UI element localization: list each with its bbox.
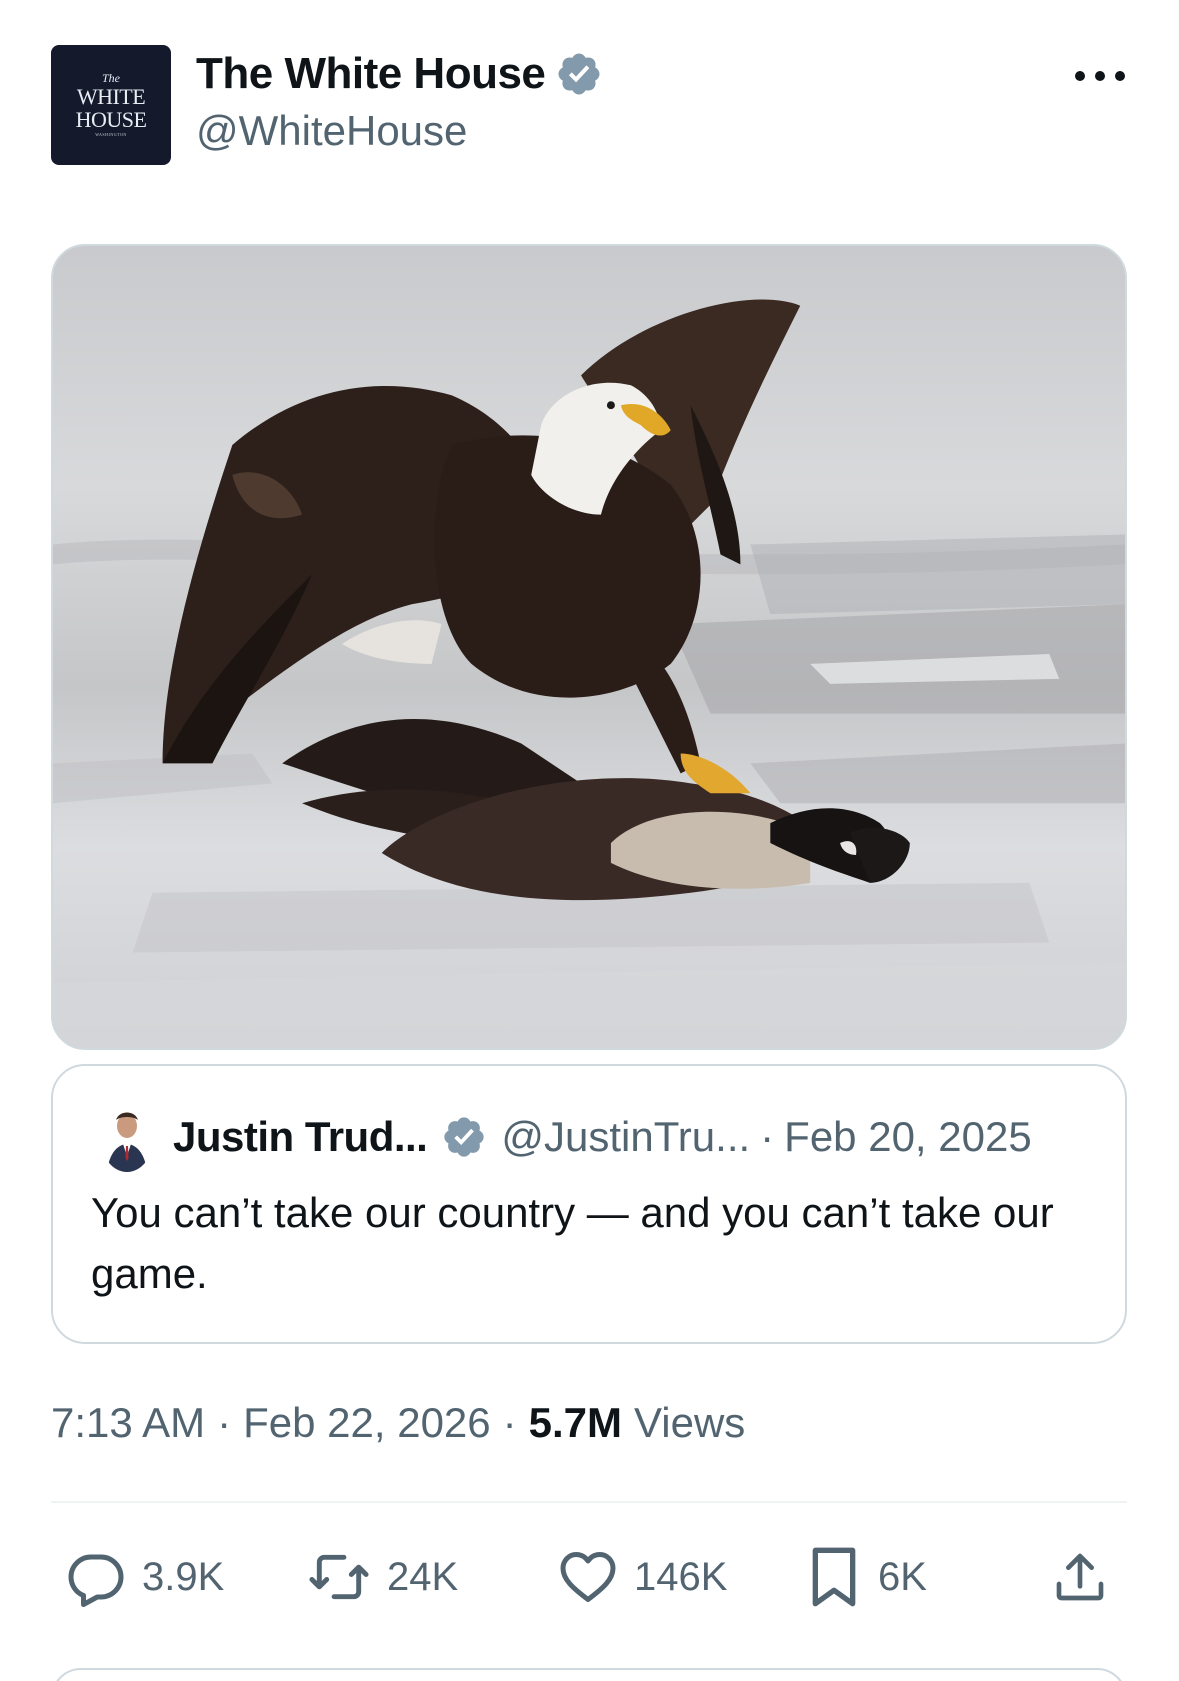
reply-button[interactable]: 3.9K	[66, 1545, 224, 1609]
views-label[interactable]: Views	[634, 1399, 745, 1447]
bookmark-icon	[812, 1547, 856, 1607]
author-name[interactable]: The White House	[196, 49, 546, 99]
divider	[51, 1501, 1127, 1503]
separator: ·	[760, 1113, 775, 1160]
next-card-edge	[51, 1668, 1127, 1681]
separator: ·	[217, 1399, 232, 1446]
author-display-name[interactable]: The White House	[196, 44, 603, 104]
verified-badge-icon	[558, 53, 600, 95]
reply-count: 3.9K	[142, 1554, 225, 1599]
quoted-post-text: You can’t take our country — and you can…	[91, 1189, 1054, 1297]
heart-icon	[560, 1552, 616, 1602]
author-avatar[interactable]: The WHITE HOUSE WASHINGTON	[51, 45, 171, 165]
dot	[1075, 71, 1085, 81]
avatar-text-line: WHITE	[76, 84, 146, 109]
like-button[interactable]: 146K	[558, 1545, 727, 1609]
avatar-text-line: WASHINGTON	[95, 132, 127, 137]
quoted-author-handle[interactable]: @JustinTru...	[501, 1113, 750, 1161]
share-button[interactable]	[1052, 1545, 1108, 1609]
quoted-post-header: Justin Trud... @JustinTru... · Feb 20, 2…	[173, 1113, 1032, 1161]
quoted-author-name[interactable]: Justin Trud...	[173, 1113, 428, 1161]
quoted-post[interactable]: Justin Trud... @JustinTru... · Feb 20, 2…	[51, 1064, 1127, 1344]
views-count[interactable]: 5.7M	[529, 1399, 622, 1447]
quoted-author-avatar[interactable]	[101, 1106, 153, 1172]
like-count: 146K	[634, 1554, 728, 1599]
share-icon	[1056, 1553, 1104, 1601]
action-bar: 3.9K 24K 146K 6K	[0, 1545, 1179, 1609]
post-time[interactable]: 7:13 AM	[51, 1399, 205, 1447]
repost-icon	[309, 1554, 369, 1600]
separator: ·	[502, 1399, 517, 1446]
post-date[interactable]: Feb 22, 2026	[243, 1399, 491, 1447]
more-horizontal-icon[interactable]	[1075, 56, 1125, 96]
repost-count: 24K	[387, 1554, 459, 1599]
dot	[1095, 71, 1105, 81]
verified-badge-icon	[441, 1114, 487, 1160]
post-media-photo[interactable]	[51, 244, 1127, 1050]
bookmark-count: 6K	[878, 1554, 927, 1599]
eagle-catching-goose-photo-icon	[53, 299, 1125, 1048]
post-detail: The WHITE HOUSE WASHINGTON The White Hou…	[0, 0, 1179, 1681]
post-meta: 7:13 AM · Feb 22, 2026 · 5.7M Views	[51, 1398, 745, 1448]
author-handle[interactable]: @WhiteHouse	[196, 107, 467, 155]
bookmark-button[interactable]: 6K	[806, 1545, 927, 1609]
quoted-post-date[interactable]: Feb 20, 2025	[784, 1113, 1032, 1161]
repost-button[interactable]: 24K	[307, 1545, 458, 1609]
dot	[1115, 71, 1125, 81]
avatar-text-line: HOUSE	[75, 107, 147, 132]
reply-icon	[68, 1554, 124, 1607]
